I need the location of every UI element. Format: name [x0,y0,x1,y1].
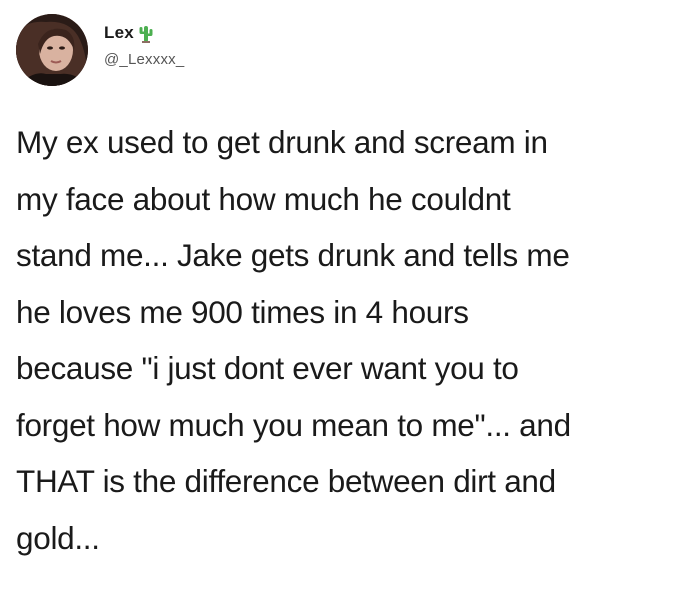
cactus-icon [138,23,154,43]
display-name[interactable]: Lex [104,23,134,43]
profile-photo-icon [16,14,88,86]
user-handle[interactable]: @_Lexxxx_ [104,51,184,68]
tweet-text: My ex used to get drunk and scream in my… [16,124,571,556]
user-info: Lex @_Lexxxx_ [104,22,184,68]
name-row: Lex [104,22,184,44]
tweet-card: Lex @_Lexxxx_ My ex used to get drunk an… [0,0,700,589]
avatar[interactable] [16,14,88,86]
